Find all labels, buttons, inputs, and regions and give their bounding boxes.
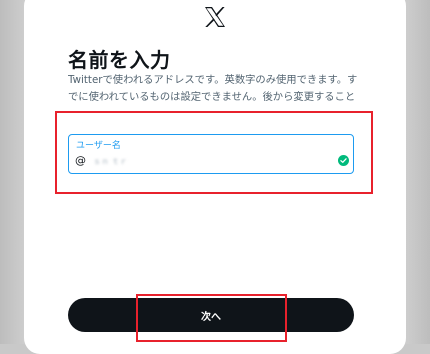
page-title: 名前を入力 bbox=[68, 48, 171, 72]
page-description: Twitterで使われるアドレスです。英数字のみ使用できます。すでに使われている… bbox=[68, 74, 358, 103]
next-button-highlight-box bbox=[136, 294, 287, 342]
username-highlight-box bbox=[55, 111, 373, 194]
x-logo-icon bbox=[205, 7, 225, 27]
